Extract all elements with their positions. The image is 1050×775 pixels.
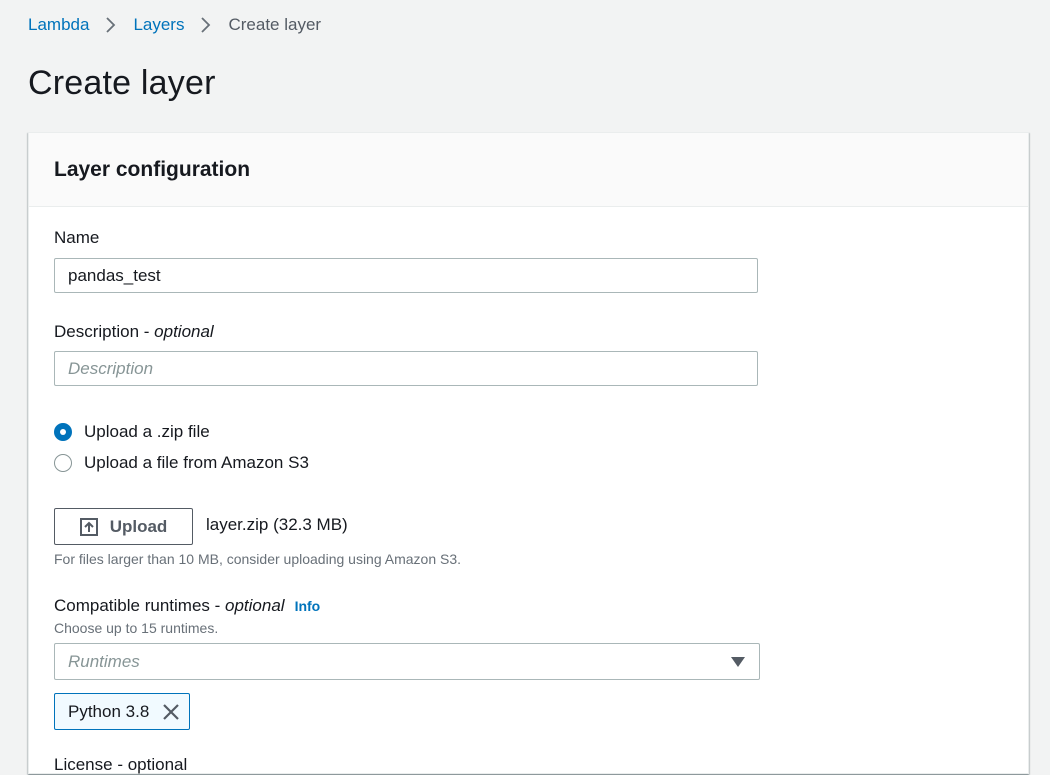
upload-s3-option-label: Upload a file from Amazon S3	[84, 453, 309, 472]
runtimes-label-text: Compatible runtimes	[54, 596, 210, 615]
uploaded-file-name: layer.zip (32.3 MB)	[206, 515, 348, 534]
token-dismiss-button[interactable]	[161, 702, 181, 722]
runtime-token: Python 3.8	[54, 693, 191, 730]
radio-unchecked-icon[interactable]	[54, 454, 72, 472]
upload-s3-option[interactable]: Upload a file from Amazon S3	[54, 453, 309, 473]
breadcrumb-lambda-link[interactable]: Lambda	[28, 15, 89, 35]
runtimes-optional-tag: optional	[225, 596, 285, 615]
upload-button[interactable]: Upload	[54, 508, 193, 545]
upload-zip-option-label: Upload a .zip file	[84, 422, 210, 441]
panel-title: Layer configuration	[54, 158, 251, 181]
page-title: Create layer	[28, 64, 216, 102]
upload-button-label: Upload	[109, 516, 168, 536]
description-input[interactable]	[54, 351, 758, 386]
chevron-right-icon	[106, 17, 116, 33]
breadcrumb: Lambda Layers Create layer	[28, 14, 321, 36]
runtime-token-label: Python 3.8	[68, 701, 150, 721]
runtimes-select[interactable]: Runtimes	[54, 643, 760, 680]
upload-hint: For files larger than 10 MB, consider up…	[54, 551, 462, 567]
breadcrumb-layers-link[interactable]: Layers	[133, 15, 184, 35]
description-optional-tag: optional	[154, 322, 214, 341]
description-label-separator: -	[139, 322, 155, 341]
radio-checked-icon[interactable]	[54, 423, 72, 441]
name-label: Name	[54, 228, 100, 247]
runtimes-label: Compatible runtimes - optional Info	[54, 596, 320, 616]
caret-down-icon	[731, 657, 745, 667]
layer-configuration-panel: Layer configuration Name Description - o…	[28, 132, 1029, 774]
runtimes-select-placeholder: Runtimes	[68, 652, 140, 671]
panel-header: Layer configuration	[29, 133, 1028, 207]
name-input[interactable]	[54, 258, 758, 293]
license-label: License - optional	[54, 755, 188, 774]
upload-icon	[79, 517, 98, 536]
description-label-text: Description	[54, 322, 140, 341]
close-icon	[163, 703, 180, 720]
chevron-right-icon	[201, 17, 211, 33]
runtimes-info-link[interactable]: Info	[295, 598, 321, 614]
breadcrumb-current: Create layer	[228, 15, 322, 34]
runtimes-label-separator: -	[209, 596, 226, 615]
upload-zip-option[interactable]: Upload a .zip file	[54, 422, 210, 442]
runtimes-description: Choose up to 15 runtimes.	[54, 620, 219, 636]
description-label: Description - optional	[54, 322, 214, 342]
